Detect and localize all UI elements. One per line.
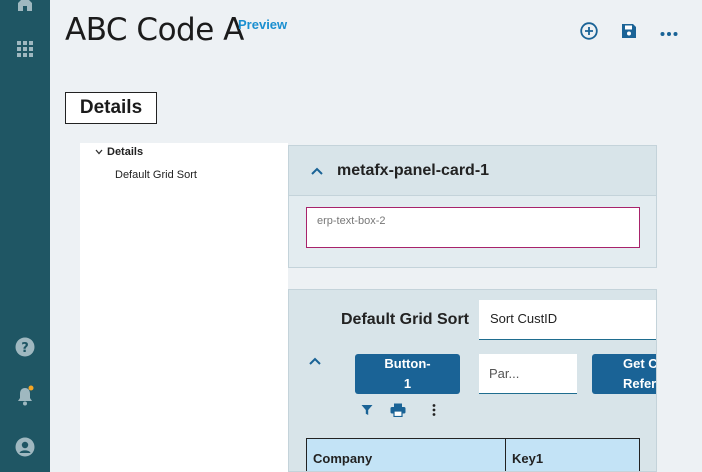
apps-grid-icon[interactable]	[14, 38, 36, 60]
sort-input[interactable]: Sort CustID	[479, 300, 656, 340]
collapse-caret-icon[interactable]	[311, 162, 323, 180]
button-1-label-line1: Button-	[384, 356, 431, 371]
left-nav-rail: ?	[0, 0, 50, 472]
panel-card-default-grid-sort: Default Grid Sort Sort CustID Button- 1 …	[288, 289, 657, 472]
parameter-input[interactable]: Par...	[479, 354, 577, 394]
help-icon[interactable]: ?	[14, 336, 36, 358]
preview-badge: Preview	[238, 17, 288, 32]
print-button[interactable]	[390, 403, 406, 422]
user-account-icon[interactable]	[14, 436, 36, 458]
more-vertical-icon	[432, 403, 436, 421]
grid-header-row: Company Key1	[306, 438, 640, 471]
filter-icon	[361, 403, 373, 421]
filter-button[interactable]	[359, 404, 375, 420]
navigation-tree: Details Default Grid Sort	[80, 143, 288, 472]
notifications-icon[interactable]	[14, 385, 36, 407]
button-1-label-line2: 1	[403, 376, 412, 391]
grid-column-key1[interactable]: Key1	[506, 438, 640, 471]
save-icon	[621, 23, 637, 44]
more-options-button[interactable]	[658, 22, 680, 44]
panel-card-1-header: metafx-panel-card-1	[289, 146, 656, 196]
page-title: ABC Code A	[65, 12, 244, 48]
erp-text-box-2-input[interactable]: erp-text-box-2	[306, 207, 640, 248]
svg-text:?: ?	[21, 341, 29, 356]
tree-node-default-grid-sort[interactable]: Default Grid Sort	[115, 169, 197, 181]
tab-details[interactable]: Details	[65, 92, 157, 124]
panel-card-1-title: metafx-panel-card-1	[337, 161, 490, 179]
tree-node-details[interactable]: Details	[95, 146, 143, 158]
more-horizontal-icon	[660, 24, 678, 42]
button-2-label-line1: Get Cr	[623, 356, 657, 371]
add-circle-icon	[580, 21, 598, 45]
button-2-label-line2: Refere	[623, 376, 657, 391]
grid-column-company[interactable]: Company	[306, 438, 506, 471]
button-1[interactable]: Button- 1	[355, 354, 460, 394]
panel-card-1: metafx-panel-card-1 erp-text-box-2	[288, 145, 657, 268]
add-button[interactable]	[578, 21, 600, 45]
notification-dot	[28, 385, 34, 391]
get-cross-reference-button[interactable]: Get Cr Refere	[592, 354, 657, 394]
panel-card-2-title: Default Grid Sort	[341, 311, 470, 328]
print-icon	[390, 403, 406, 422]
chevron-down-icon	[95, 147, 103, 157]
home-icon[interactable]	[14, 0, 36, 14]
tree-node-label: Details	[107, 146, 144, 158]
collapse-caret-icon[interactable]	[309, 352, 321, 370]
save-button[interactable]	[618, 22, 640, 44]
grid-more-button[interactable]	[426, 404, 442, 420]
